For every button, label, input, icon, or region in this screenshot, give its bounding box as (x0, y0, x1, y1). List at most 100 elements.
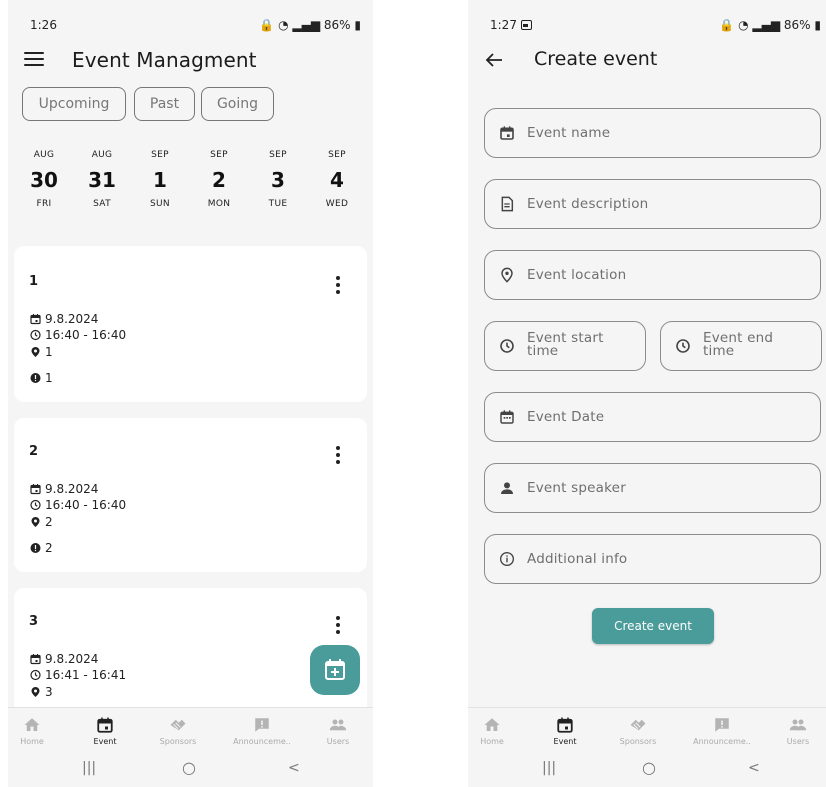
filter-upcoming-button[interactable]: Upcoming (22, 87, 126, 121)
event-date-field[interactable]: Event Date (484, 392, 821, 442)
date-item[interactable]: SEP 4 WED (317, 150, 357, 209)
event-speaker-field[interactable]: Event speaker (484, 463, 821, 513)
back-arrow-icon[interactable] (484, 50, 504, 70)
event-description-field[interactable]: Event description (484, 179, 821, 229)
document-icon (501, 196, 514, 212)
add-event-button[interactable] (310, 645, 360, 695)
date-item[interactable]: AUG 30 FRI (24, 150, 64, 209)
nav-home[interactable]: Home (8, 714, 68, 746)
more-options-icon[interactable] (335, 446, 341, 467)
date-month: SEP (210, 150, 228, 160)
menu-icon[interactable] (24, 52, 44, 68)
calendar-add-icon (325, 659, 345, 680)
bottom-navigation: Home Event Sponsors Announceme.. Users (8, 707, 373, 757)
clock-icon (29, 329, 42, 341)
calendar-date-icon (500, 410, 514, 424)
date-weekday: MON (207, 199, 231, 209)
event-title: 1 (29, 274, 39, 289)
nav-label: Home (480, 737, 504, 746)
date-item[interactable]: SEP 3 TUE (258, 150, 298, 209)
person-icon (501, 482, 513, 494)
event-time-value: 16:40 - 16:40 (45, 498, 127, 512)
back-button[interactable]: < (748, 760, 760, 776)
status-bar: 1:27 🔒 ◔ ▂▄▆ 86% ▮ (490, 16, 821, 36)
event-time-value: 16:40 - 16:40 (45, 328, 127, 342)
event-location: 3 (29, 685, 53, 699)
filter-going-button[interactable]: Going (201, 87, 274, 121)
home-icon (483, 716, 501, 734)
date-weekday: SAT (93, 199, 111, 209)
nav-announcements[interactable]: Announceme.. (686, 714, 758, 746)
date-day: 2 (212, 168, 226, 192)
wifi-icon: ◔ (738, 18, 749, 32)
nav-label: Event (553, 737, 577, 746)
bottom-navigation: Home Event Sponsors Announceme.. Users (468, 707, 826, 757)
calendar-icon (499, 125, 515, 141)
event-card[interactable]: 1 9.8.2024 16:40 - 16:40 1 1 (14, 246, 367, 402)
event-time-value: 16:41 - 16:41 (45, 668, 127, 682)
nav-label: Sponsors (619, 737, 657, 746)
home-button[interactable]: ○ (182, 758, 196, 777)
more-options-icon[interactable] (335, 616, 341, 637)
nav-users[interactable]: Users (302, 714, 373, 746)
back-button[interactable]: < (288, 760, 300, 776)
date-item[interactable]: AUG 31 SAT (82, 150, 122, 209)
status-icons: 🔒 ◔ ▂▄▆ 86% ▮ (259, 18, 361, 32)
event-card[interactable]: 2 9.8.2024 16:40 - 16:40 2 2 (14, 418, 367, 572)
event-info-value: 1 (45, 371, 53, 385)
calendar-icon (29, 483, 42, 495)
additional-info-placeholder: Additional info (527, 551, 628, 567)
recents-button[interactable]: ||| (542, 760, 556, 776)
event-start-time-field[interactable]: Event start time (484, 321, 646, 371)
nav-label: Event (93, 737, 117, 746)
event-info-value: 2 (45, 541, 53, 555)
nav-announcements[interactable]: Announceme.. (226, 714, 298, 746)
date-weekday: SUN (150, 199, 170, 209)
calendar-icon (29, 653, 42, 665)
nav-users[interactable]: Users (762, 714, 826, 746)
date-item[interactable]: SEP 2 MON (199, 150, 239, 209)
more-options-icon[interactable] (335, 276, 341, 297)
handshake-icon (169, 716, 187, 734)
additional-info-field[interactable]: Additional info (484, 534, 821, 584)
filter-past-button[interactable]: Past (134, 87, 195, 121)
event-title: 3 (29, 614, 39, 629)
lock-icon: 🔒 (719, 18, 735, 32)
location-pin-icon (501, 267, 513, 283)
create-event-button[interactable]: Create event (592, 608, 714, 644)
date-item[interactable]: SEP 1 SUN (140, 150, 180, 209)
nav-label: Users (786, 737, 810, 746)
battery-level: 86% (783, 18, 811, 32)
event-location-field[interactable]: Event location (484, 250, 821, 300)
status-bar: 1:26 🔒 ◔ ▂▄▆ 86% ▮ (30, 16, 361, 36)
location-pin-icon (29, 686, 42, 698)
date-weekday: FRI (36, 199, 52, 209)
info-icon (29, 542, 42, 554)
date-day: 30 (30, 168, 58, 192)
date-day: 3 (271, 168, 285, 192)
nav-event[interactable]: Event (529, 714, 601, 746)
status-time: 1:27 (490, 18, 532, 32)
nav-home[interactable]: Home (468, 714, 528, 746)
event-date-placeholder: Event Date (527, 409, 605, 425)
home-button[interactable]: ○ (642, 758, 656, 777)
clock-icon (499, 338, 515, 354)
nav-event[interactable]: Event (69, 714, 141, 746)
date-month: SEP (151, 150, 169, 160)
event-name-field[interactable]: Event name (484, 108, 821, 158)
announcement-icon (713, 716, 731, 734)
event-management-screen: 1:26 🔒 ◔ ▂▄▆ 86% ▮ Event Managment Upcom… (8, 0, 373, 787)
event-end-time-field[interactable]: Event end time (660, 321, 822, 371)
nav-sponsors[interactable]: Sponsors (142, 714, 214, 746)
system-navigation: ||| ○ < (468, 758, 826, 787)
event-date: 9.8.2024 (29, 312, 98, 326)
date-weekday: WED (325, 199, 349, 209)
nav-label: Announceme.. (693, 737, 751, 746)
status-icons: 🔒 ◔ ▂▄▆ 86% ▮ (719, 18, 821, 32)
location-pin-icon (29, 516, 42, 528)
recents-button[interactable]: ||| (82, 760, 96, 776)
date-day: 1 (153, 168, 167, 192)
calendar-icon (96, 716, 114, 734)
battery-level: 86% (323, 18, 351, 32)
nav-sponsors[interactable]: Sponsors (602, 714, 674, 746)
